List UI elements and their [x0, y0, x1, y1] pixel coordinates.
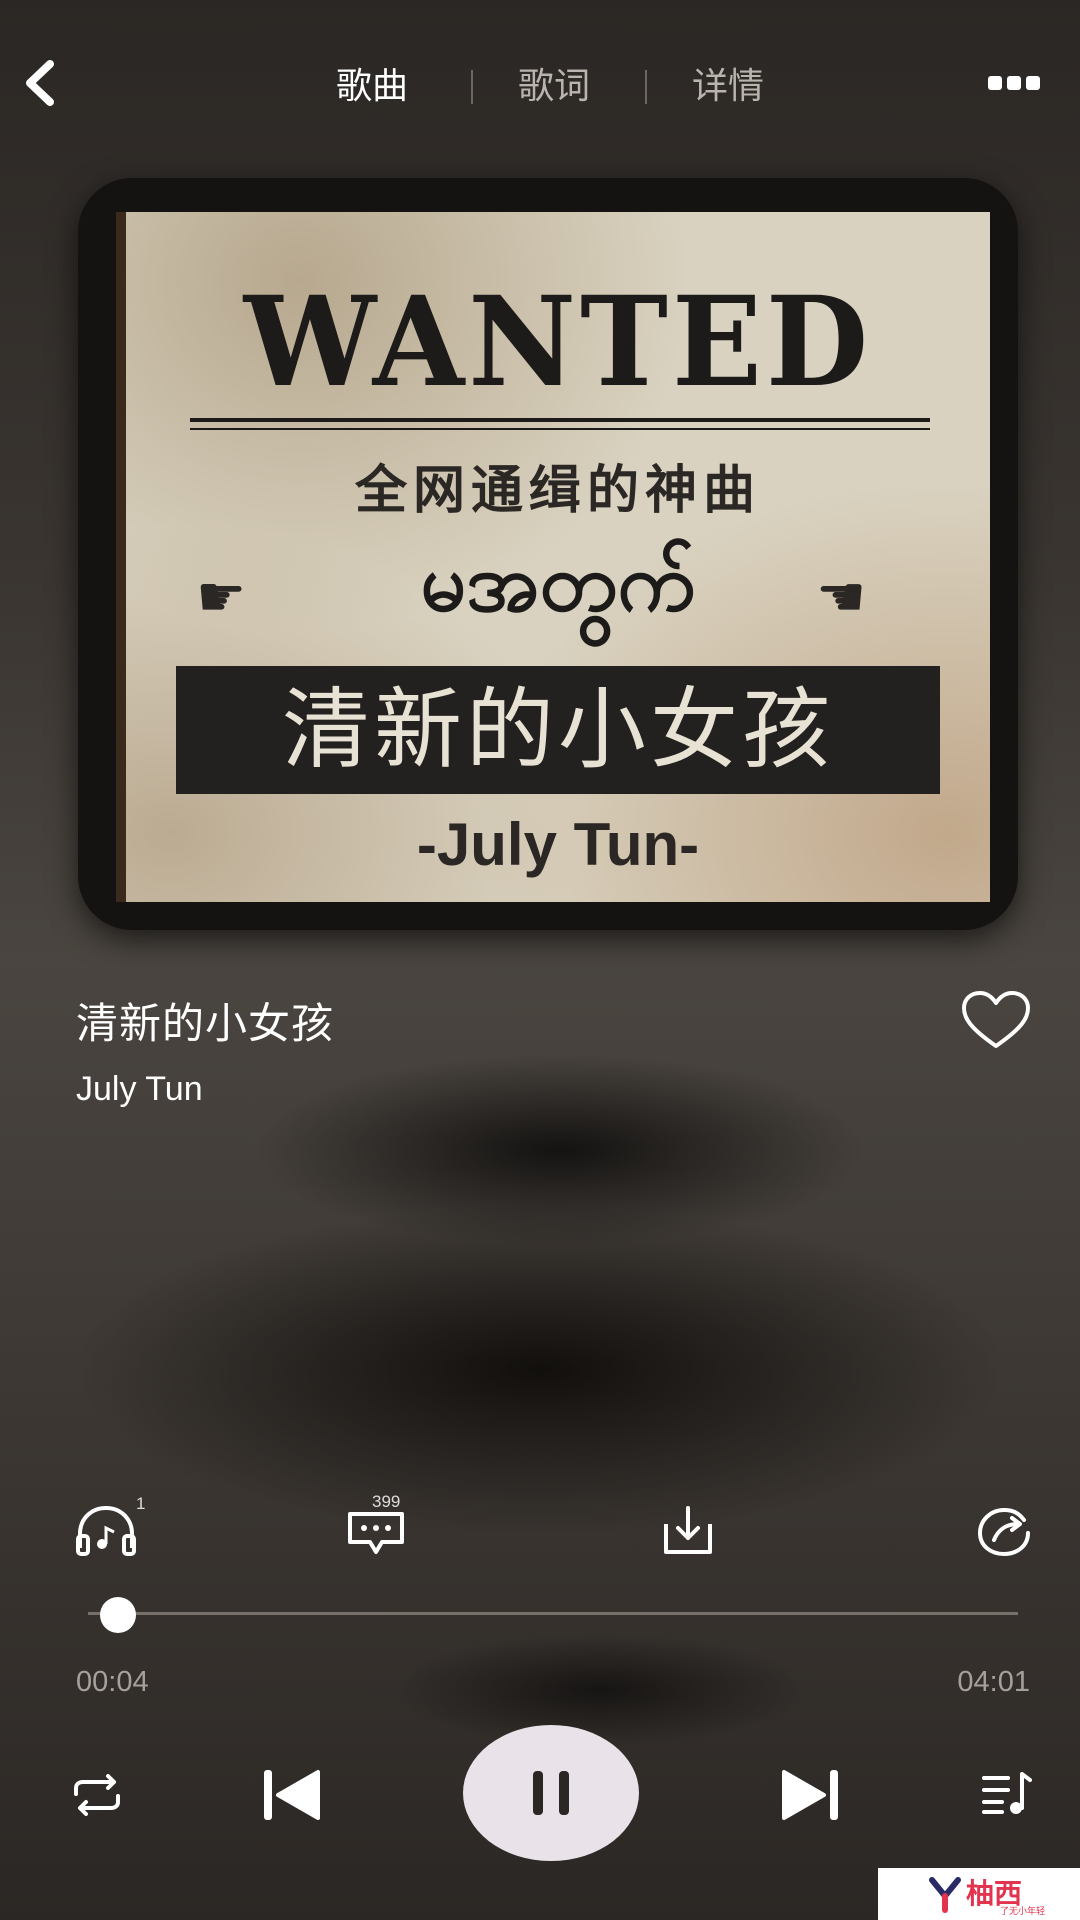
- tab-divider: [645, 70, 647, 104]
- headphones-icon[interactable]: [74, 1502, 138, 1560]
- repeat-icon[interactable]: [72, 1774, 122, 1816]
- heart-outline-icon[interactable]: [960, 990, 1032, 1052]
- poster-title-band: 清新的小女孩: [176, 666, 940, 794]
- tab-divider: [471, 70, 473, 104]
- poster-rule: [190, 428, 930, 430]
- next-icon[interactable]: [780, 1766, 842, 1824]
- poster-artist: -July Tun-: [416, 811, 700, 878]
- more-dots-icon[interactable]: [986, 72, 1042, 94]
- song-title: 清新的小女孩: [76, 1000, 335, 1047]
- tab-song[interactable]: 歌曲: [336, 62, 408, 110]
- share-icon[interactable]: [974, 1502, 1038, 1560]
- tab-lyrics[interactable]: 歌词: [518, 62, 590, 110]
- progress-thumb[interactable]: [99, 1597, 136, 1633]
- pause-icon: [533, 1771, 569, 1815]
- poster-subtitle: 全网通缉的神曲: [354, 462, 761, 520]
- progress-track[interactable]: [88, 1612, 1018, 1615]
- previous-icon[interactable]: [260, 1766, 322, 1824]
- y-logo-icon: [929, 1877, 961, 1913]
- watermark: 柚西 了无小年轻: [878, 1868, 1080, 1920]
- playlist-icon[interactable]: [980, 1770, 1032, 1816]
- tab-details[interactable]: 详情: [692, 62, 764, 110]
- listeners-badge: 1: [136, 1494, 146, 1513]
- pause-button[interactable]: [463, 1725, 639, 1861]
- watermark-small-text: 了无小年轻: [1000, 1906, 1046, 1916]
- tab-bar: 歌曲 歌词 详情: [0, 62, 1080, 110]
- comments-badge: 399: [372, 1492, 401, 1511]
- total-time: 04:01: [957, 1666, 1030, 1698]
- download-icon[interactable]: [656, 1502, 720, 1560]
- poster-headline: WANTED: [243, 268, 873, 415]
- poster-rule: [190, 418, 930, 422]
- song-artist[interactable]: July Tun: [76, 1070, 203, 1109]
- album-art: WANTED 全网通缉的神曲 ☛ မအတွက် ☚ 清新的小女孩 -July T…: [116, 212, 990, 902]
- pointing-hand-left-icon: ☚: [816, 565, 867, 628]
- elapsed-time: 00:04: [76, 1666, 149, 1698]
